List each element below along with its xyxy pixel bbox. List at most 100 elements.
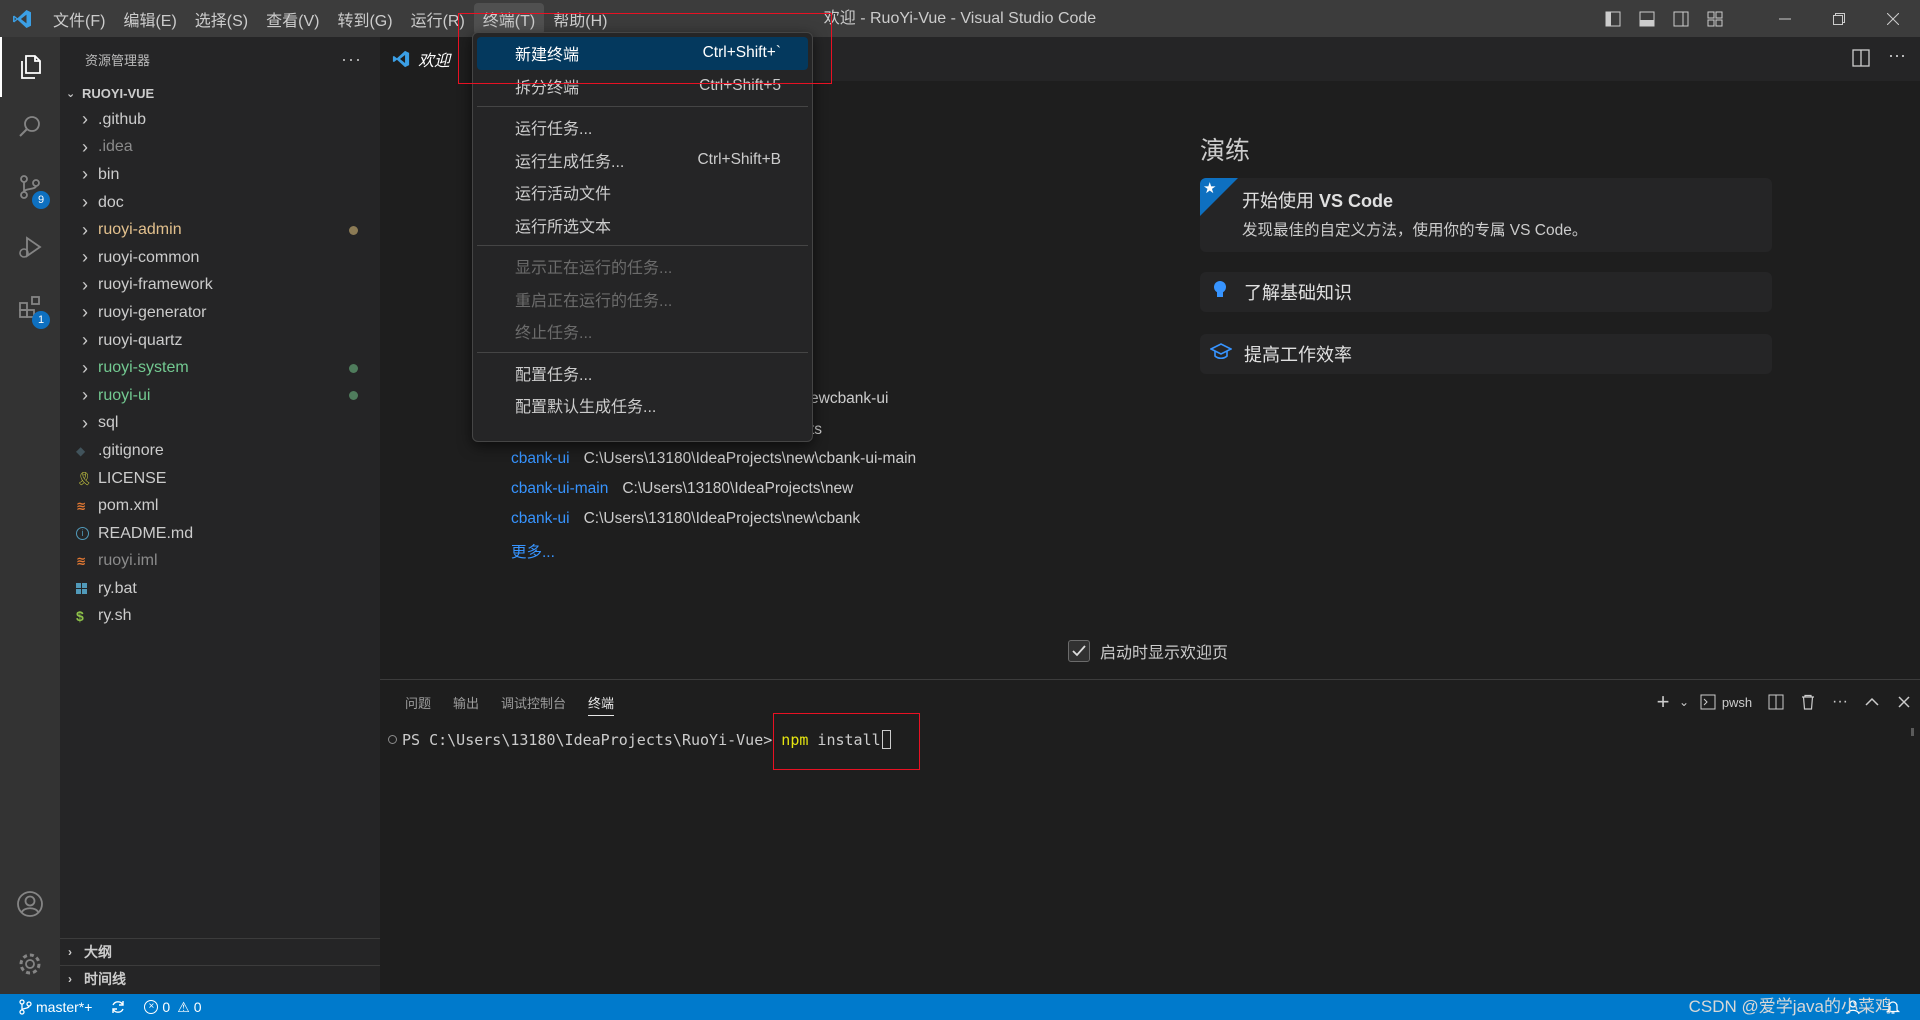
menu-1[interactable]: 编辑(E) [114, 3, 185, 35]
recent-name[interactable]: cbank-ui-main [511, 480, 608, 497]
menu-7[interactable]: 帮助(H) [544, 3, 616, 35]
search-icon[interactable] [0, 97, 60, 157]
menu-0[interactable]: 文件(F) [44, 3, 114, 35]
accounts-icon[interactable] [0, 874, 60, 934]
tree-label: sql [98, 414, 119, 432]
problems-status[interactable]: × 0 ⚠ 0 [135, 994, 210, 1020]
card-start-desc: 发现最佳的自定义方法，使用你的专属 VS Code。 [1242, 222, 1588, 239]
recent-name[interactable]: cbank-ui [511, 450, 570, 467]
panel-tab-1[interactable]: 输出 [453, 680, 479, 724]
maximize-panel-icon[interactable] [1856, 680, 1888, 724]
walkthrough-basics[interactable]: 了解基础知识 [1200, 272, 1772, 312]
more-recent-link[interactable]: 更多... [511, 540, 555, 562]
terminal-menu-item[interactable]: 配置任务... [477, 357, 808, 390]
recent-item[interactable]: cbank-ui C:\Users\13180\IdeaProjects\new\… [511, 510, 860, 528]
tree-folder[interactable]: › ruoyi-common [60, 244, 380, 272]
tree-folder[interactable]: › ruoyi-admin [60, 216, 380, 244]
walkthrough-get-started[interactable]: ★ 开始使用 VS Code 发现最佳的自定义方法，使用你的专属 VS Code… [1200, 178, 1772, 252]
chevron-right-icon: › [68, 972, 72, 986]
recent-name[interactable]: cbank-ui [511, 510, 570, 527]
minimize-icon[interactable] [1758, 0, 1812, 37]
terminal-cursor [881, 730, 891, 749]
chevron-right-icon: › [82, 192, 88, 213]
extensions-icon[interactable]: 1 [0, 277, 60, 337]
terminal-profile[interactable]: pwsh [1692, 680, 1760, 724]
panel-tab-2[interactable]: 调试控制台 [501, 680, 566, 724]
error-count: 0 [162, 999, 171, 1015]
tree-label: LICENSE [98, 469, 167, 487]
terminal-menu-item[interactable]: 配置默认生成任务... [477, 389, 808, 422]
tree-file[interactable]: $ ry.sh [60, 603, 380, 631]
explorer-icon[interactable] [0, 37, 60, 97]
menu-6[interactable]: 终端(T) [473, 2, 545, 35]
menu-3[interactable]: 查看(V) [257, 3, 328, 35]
trash-icon[interactable] [1792, 680, 1824, 724]
terminal-line[interactable]: PS C:\Users\13180\IdeaProjects\RuoYi-Vue… [388, 730, 891, 749]
terminal-menu-item[interactable]: 运行生成任务... Ctrl+Shift+B [477, 144, 808, 177]
close-window-icon[interactable] [1866, 0, 1920, 37]
tree-file[interactable]: ≋ ruoyi.iml [60, 548, 380, 576]
run-debug-icon[interactable] [0, 217, 60, 277]
menu-item-label: 终止任务... [515, 325, 593, 343]
show-welcome-toggle[interactable]: 启动时显示欢迎页 [1068, 639, 1228, 663]
sync-icon[interactable] [101, 994, 135, 1020]
menu-2[interactable]: 选择(S) [186, 3, 257, 35]
restore-icon[interactable] [1812, 0, 1866, 37]
tree-folder[interactable]: › ruoyi-framework [60, 272, 380, 300]
title-bar: 文件(F) 编辑(E) 选择(S) 查看(V) 转到(G) 运行(R) 终端(T) 帮助(H)… [0, 0, 1920, 37]
outline-section[interactable]: › 大纲 [60, 938, 380, 965]
tree-file[interactable]: ry.bat [60, 575, 380, 603]
panel-tab-0[interactable]: 问题 [405, 680, 431, 724]
terminal-menu-item[interactable]: 拆分终端 Ctrl+Shift+5 [477, 70, 808, 103]
split-terminal-icon[interactable] [1760, 680, 1792, 724]
toggle-primary-sidebar-icon[interactable] [1596, 0, 1630, 37]
checkbox[interactable] [1068, 640, 1090, 662]
terminal-menu-item[interactable]: 新建终端 Ctrl+Shift+` [477, 37, 808, 70]
tree-file[interactable]: ≋ pom.xml [60, 492, 380, 520]
terminal-menu-item[interactable]: 运行所选文本 [477, 209, 808, 242]
tree-folder[interactable]: › .idea [60, 134, 380, 162]
tree-folder[interactable]: › sql [60, 410, 380, 438]
tree-file[interactable]: i README.md [60, 520, 380, 548]
terminal-menu-item[interactable]: 运行任务... [477, 111, 808, 144]
terminal-prompt: PS C:\Users\13180\IdeaProjects\RuoYi-Vue… [402, 730, 782, 749]
source-control-icon[interactable]: 9 [0, 157, 60, 217]
vscode-window: { "titlebar": { "window_title": "欢迎 - Ru… [0, 0, 1920, 1020]
toggle-panel-icon[interactable] [1630, 0, 1664, 37]
branch-status[interactable]: master*+ [0, 994, 101, 1020]
menu-4[interactable]: 转到(G) [328, 3, 401, 35]
tree-folder[interactable]: › .github [60, 106, 380, 134]
timeline-section[interactable]: › 时间线 [60, 965, 380, 992]
terminal-menu-item[interactable]: 运行活动文件 [477, 176, 808, 209]
recent-item[interactable]: cbank-ui C:\Users\13180\IdeaProjects\new\… [511, 450, 916, 468]
customize-layout-icon[interactable] [1698, 0, 1732, 37]
tree-file[interactable]: 🎗 LICENSE [60, 465, 380, 493]
tree-folder[interactable]: › ruoyi-generator [60, 299, 380, 327]
menu-5[interactable]: 运行(R) [402, 3, 474, 35]
close-panel-icon[interactable] [1888, 680, 1920, 724]
panel-tab-3[interactable]: 终端 [588, 680, 615, 724]
toggle-secondary-sidebar-icon[interactable] [1664, 0, 1698, 37]
recent-item[interactable]: cbank-ui-main C:\Users\13180\IdeaProjects… [511, 480, 853, 498]
chevron-right-icon: › [82, 247, 88, 268]
file-tree: › .github › .idea › bin › doc › ruoyi-admin › ruoyi… [60, 105, 380, 630]
tree-folder[interactable]: › doc [60, 189, 380, 217]
terminal-scrollbar[interactable] [1911, 728, 1914, 736]
walkthrough-productivity[interactable]: 提高工作效率 [1200, 334, 1772, 374]
project-header[interactable]: ⌄ RUOYI-VUE [60, 81, 380, 105]
tree-folder[interactable]: › ruoyi-ui [60, 382, 380, 410]
tree-label: ruoyi-common [98, 248, 200, 266]
walkthroughs-heading: 演练 [1200, 137, 1251, 165]
panel-actions: + ⌄ pwsh ··· [1650, 680, 1920, 724]
tree-file[interactable]: ◆ .gitignore [60, 437, 380, 465]
split-editor-icon[interactable] [1852, 49, 1870, 72]
chevron-down-icon[interactable]: ⌄ [1676, 680, 1692, 724]
more-actions-icon[interactable]: ··· [341, 49, 362, 70]
tree-folder[interactable]: › ruoyi-system [60, 354, 380, 382]
new-terminal-plus-icon[interactable]: + [1650, 680, 1676, 724]
editor-more-icon[interactable]: ··· [1888, 45, 1906, 66]
tree-folder[interactable]: › bin [60, 161, 380, 189]
panel-more-icon[interactable]: ··· [1824, 680, 1856, 724]
tree-folder[interactable]: › ruoyi-quartz [60, 327, 380, 355]
manage-gear-icon[interactable] [0, 934, 60, 994]
